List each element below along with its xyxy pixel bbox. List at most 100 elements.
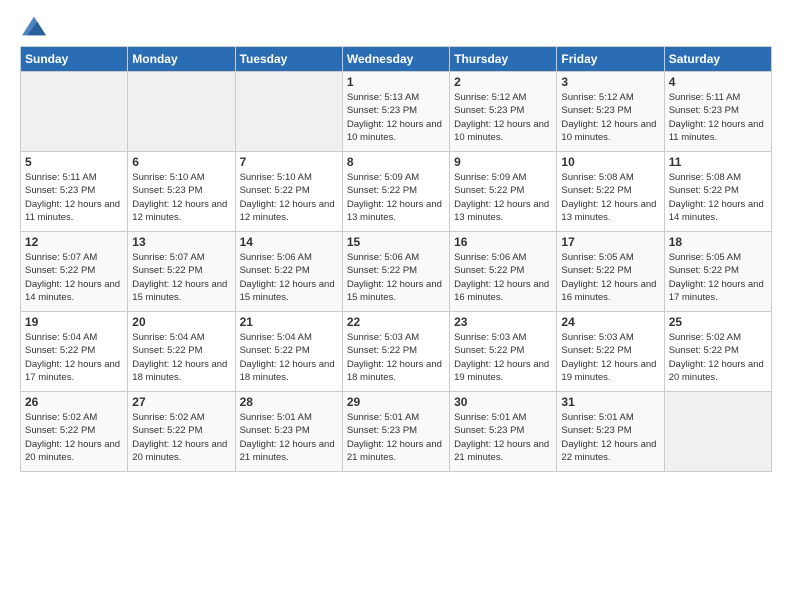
day-info: Sunrise: 5:03 AMSunset: 5:22 PMDaylight:… (454, 331, 552, 384)
day-cell: 25 Sunrise: 5:02 AMSunset: 5:22 PMDaylig… (664, 312, 771, 392)
week-row-2: 5 Sunrise: 5:11 AMSunset: 5:23 PMDayligh… (21, 152, 772, 232)
day-number: 27 (132, 395, 230, 409)
day-info: Sunrise: 5:07 AMSunset: 5:22 PMDaylight:… (132, 251, 230, 304)
header (20, 16, 772, 36)
day-number: 11 (669, 155, 767, 169)
day-number: 24 (561, 315, 659, 329)
day-cell: 15 Sunrise: 5:06 AMSunset: 5:22 PMDaylig… (342, 232, 449, 312)
day-info: Sunrise: 5:02 AMSunset: 5:22 PMDaylight:… (25, 411, 123, 464)
day-number: 31 (561, 395, 659, 409)
day-info: Sunrise: 5:06 AMSunset: 5:22 PMDaylight:… (240, 251, 338, 304)
week-row-5: 26 Sunrise: 5:02 AMSunset: 5:22 PMDaylig… (21, 392, 772, 472)
day-info: Sunrise: 5:10 AMSunset: 5:22 PMDaylight:… (240, 171, 338, 224)
day-number: 28 (240, 395, 338, 409)
day-info: Sunrise: 5:09 AMSunset: 5:22 PMDaylight:… (347, 171, 445, 224)
day-cell: 14 Sunrise: 5:06 AMSunset: 5:22 PMDaylig… (235, 232, 342, 312)
day-number: 3 (561, 75, 659, 89)
weekday-wednesday: Wednesday (342, 47, 449, 72)
day-cell: 13 Sunrise: 5:07 AMSunset: 5:22 PMDaylig… (128, 232, 235, 312)
weekday-saturday: Saturday (664, 47, 771, 72)
day-cell: 22 Sunrise: 5:03 AMSunset: 5:22 PMDaylig… (342, 312, 449, 392)
day-number: 18 (669, 235, 767, 249)
day-cell (128, 72, 235, 152)
day-cell (21, 72, 128, 152)
day-info: Sunrise: 5:09 AMSunset: 5:22 PMDaylight:… (454, 171, 552, 224)
day-number: 9 (454, 155, 552, 169)
day-number: 7 (240, 155, 338, 169)
day-cell: 28 Sunrise: 5:01 AMSunset: 5:23 PMDaylig… (235, 392, 342, 472)
day-cell: 23 Sunrise: 5:03 AMSunset: 5:22 PMDaylig… (450, 312, 557, 392)
day-number: 14 (240, 235, 338, 249)
day-info: Sunrise: 5:08 AMSunset: 5:22 PMDaylight:… (561, 171, 659, 224)
day-number: 13 (132, 235, 230, 249)
day-cell: 10 Sunrise: 5:08 AMSunset: 5:22 PMDaylig… (557, 152, 664, 232)
weekday-thursday: Thursday (450, 47, 557, 72)
day-cell: 18 Sunrise: 5:05 AMSunset: 5:22 PMDaylig… (664, 232, 771, 312)
day-info: Sunrise: 5:03 AMSunset: 5:22 PMDaylight:… (561, 331, 659, 384)
day-info: Sunrise: 5:12 AMSunset: 5:23 PMDaylight:… (561, 91, 659, 144)
day-cell: 21 Sunrise: 5:04 AMSunset: 5:22 PMDaylig… (235, 312, 342, 392)
day-number: 6 (132, 155, 230, 169)
day-cell: 12 Sunrise: 5:07 AMSunset: 5:22 PMDaylig… (21, 232, 128, 312)
day-number: 17 (561, 235, 659, 249)
day-cell (235, 72, 342, 152)
day-info: Sunrise: 5:02 AMSunset: 5:22 PMDaylight:… (132, 411, 230, 464)
day-number: 22 (347, 315, 445, 329)
day-info: Sunrise: 5:02 AMSunset: 5:22 PMDaylight:… (669, 331, 767, 384)
weekday-monday: Monday (128, 47, 235, 72)
day-cell: 7 Sunrise: 5:10 AMSunset: 5:22 PMDayligh… (235, 152, 342, 232)
calendar: SundayMondayTuesdayWednesdayThursdayFrid… (20, 46, 772, 472)
day-cell: 19 Sunrise: 5:04 AMSunset: 5:22 PMDaylig… (21, 312, 128, 392)
day-cell: 5 Sunrise: 5:11 AMSunset: 5:23 PMDayligh… (21, 152, 128, 232)
day-cell: 11 Sunrise: 5:08 AMSunset: 5:22 PMDaylig… (664, 152, 771, 232)
day-info: Sunrise: 5:01 AMSunset: 5:23 PMDaylight:… (561, 411, 659, 464)
logo-icon (22, 16, 46, 36)
weekday-header-row: SundayMondayTuesdayWednesdayThursdayFrid… (21, 47, 772, 72)
day-info: Sunrise: 5:05 AMSunset: 5:22 PMDaylight:… (669, 251, 767, 304)
day-number: 20 (132, 315, 230, 329)
day-number: 4 (669, 75, 767, 89)
day-number: 8 (347, 155, 445, 169)
day-info: Sunrise: 5:01 AMSunset: 5:23 PMDaylight:… (240, 411, 338, 464)
weekday-sunday: Sunday (21, 47, 128, 72)
day-cell: 6 Sunrise: 5:10 AMSunset: 5:23 PMDayligh… (128, 152, 235, 232)
week-row-4: 19 Sunrise: 5:04 AMSunset: 5:22 PMDaylig… (21, 312, 772, 392)
day-number: 26 (25, 395, 123, 409)
day-number: 2 (454, 75, 552, 89)
day-number: 29 (347, 395, 445, 409)
day-info: Sunrise: 5:12 AMSunset: 5:23 PMDaylight:… (454, 91, 552, 144)
day-cell: 3 Sunrise: 5:12 AMSunset: 5:23 PMDayligh… (557, 72, 664, 152)
day-info: Sunrise: 5:04 AMSunset: 5:22 PMDaylight:… (25, 331, 123, 384)
day-info: Sunrise: 5:11 AMSunset: 5:23 PMDaylight:… (669, 91, 767, 144)
day-info: Sunrise: 5:04 AMSunset: 5:22 PMDaylight:… (132, 331, 230, 384)
day-number: 1 (347, 75, 445, 89)
day-number: 25 (669, 315, 767, 329)
day-number: 15 (347, 235, 445, 249)
day-cell: 29 Sunrise: 5:01 AMSunset: 5:23 PMDaylig… (342, 392, 449, 472)
day-info: Sunrise: 5:10 AMSunset: 5:23 PMDaylight:… (132, 171, 230, 224)
weekday-friday: Friday (557, 47, 664, 72)
day-cell: 26 Sunrise: 5:02 AMSunset: 5:22 PMDaylig… (21, 392, 128, 472)
day-number: 21 (240, 315, 338, 329)
day-info: Sunrise: 5:06 AMSunset: 5:22 PMDaylight:… (347, 251, 445, 304)
day-info: Sunrise: 5:01 AMSunset: 5:23 PMDaylight:… (347, 411, 445, 464)
day-info: Sunrise: 5:06 AMSunset: 5:22 PMDaylight:… (454, 251, 552, 304)
day-cell: 30 Sunrise: 5:01 AMSunset: 5:23 PMDaylig… (450, 392, 557, 472)
day-info: Sunrise: 5:05 AMSunset: 5:22 PMDaylight:… (561, 251, 659, 304)
day-cell: 17 Sunrise: 5:05 AMSunset: 5:22 PMDaylig… (557, 232, 664, 312)
day-number: 10 (561, 155, 659, 169)
day-cell: 16 Sunrise: 5:06 AMSunset: 5:22 PMDaylig… (450, 232, 557, 312)
day-cell: 31 Sunrise: 5:01 AMSunset: 5:23 PMDaylig… (557, 392, 664, 472)
day-cell: 2 Sunrise: 5:12 AMSunset: 5:23 PMDayligh… (450, 72, 557, 152)
weekday-tuesday: Tuesday (235, 47, 342, 72)
day-number: 12 (25, 235, 123, 249)
day-number: 30 (454, 395, 552, 409)
page: SundayMondayTuesdayWednesdayThursdayFrid… (0, 0, 792, 612)
day-info: Sunrise: 5:03 AMSunset: 5:22 PMDaylight:… (347, 331, 445, 384)
week-row-1: 1 Sunrise: 5:13 AMSunset: 5:23 PMDayligh… (21, 72, 772, 152)
day-number: 16 (454, 235, 552, 249)
day-info: Sunrise: 5:08 AMSunset: 5:22 PMDaylight:… (669, 171, 767, 224)
day-cell: 24 Sunrise: 5:03 AMSunset: 5:22 PMDaylig… (557, 312, 664, 392)
day-cell: 4 Sunrise: 5:11 AMSunset: 5:23 PMDayligh… (664, 72, 771, 152)
day-cell: 1 Sunrise: 5:13 AMSunset: 5:23 PMDayligh… (342, 72, 449, 152)
